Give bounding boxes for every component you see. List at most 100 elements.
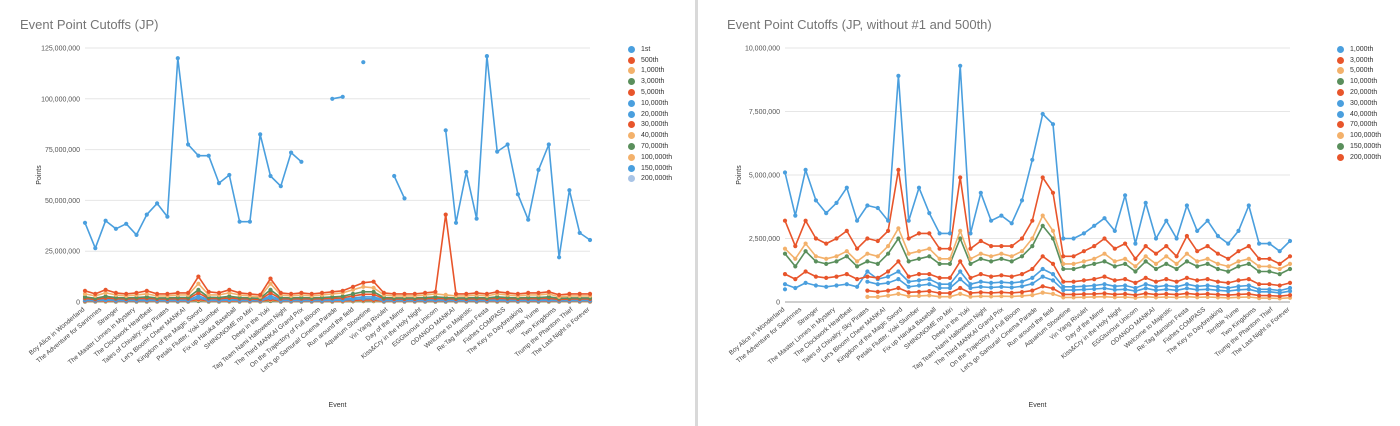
data-point [1040, 274, 1045, 279]
data-point [1009, 290, 1014, 295]
data-point [896, 259, 901, 264]
data-point [1061, 254, 1066, 259]
data-point [1277, 288, 1282, 293]
data-point [1205, 287, 1210, 292]
data-point [186, 142, 191, 147]
data-point [1030, 293, 1035, 298]
data-point [1019, 272, 1025, 277]
data-point [947, 246, 952, 251]
legend-swatch [1337, 56, 1344, 64]
data-point [1153, 292, 1159, 297]
data-point [330, 96, 335, 101]
data-point [834, 283, 839, 288]
data-point [844, 282, 849, 287]
y-tick-label: 50,000,000 [45, 198, 80, 205]
data-point [1050, 122, 1056, 127]
data-point [371, 279, 376, 284]
data-point [505, 290, 510, 295]
legend-label: 10,000th [1350, 78, 1378, 86]
data-point [1009, 285, 1014, 290]
data-point [577, 291, 582, 296]
data-point [515, 291, 521, 296]
data-point [927, 211, 932, 216]
data-point [1236, 259, 1241, 264]
legend-item: 10,000th [628, 98, 672, 109]
data-point [103, 218, 108, 223]
data-point [999, 290, 1004, 295]
legend-swatch [1337, 121, 1344, 129]
data-point [1174, 261, 1179, 266]
data-point [1287, 293, 1293, 298]
data-point [782, 272, 788, 277]
data-point [175, 56, 180, 61]
y-tick-label: 0 [776, 300, 780, 307]
data-point [1164, 218, 1169, 223]
data-point [875, 238, 880, 244]
series-line [84, 57, 302, 249]
data-point [958, 259, 963, 264]
data-point [1174, 266, 1179, 272]
x-tick-label: The Adventure for Sanrinnes [35, 306, 103, 365]
data-point [1050, 228, 1056, 233]
data-point [916, 256, 922, 261]
data-point [834, 200, 839, 205]
data-point [958, 291, 963, 296]
data-point [999, 256, 1004, 261]
legend-label: 30,000th [641, 121, 669, 129]
data-point [1195, 259, 1200, 264]
data-point [999, 280, 1004, 285]
data-point [782, 246, 788, 251]
y-axis-label: Points [736, 165, 743, 185]
data-point [1174, 254, 1179, 259]
legend-swatch [1337, 110, 1344, 118]
data-point [834, 254, 839, 259]
data-point [1102, 251, 1107, 256]
legend-swatch [1337, 67, 1344, 75]
data-point [916, 272, 922, 277]
chart-legend: 1st 500th 1,000th 3,000th 5,000th 10,000th 20,… [628, 44, 672, 184]
y-axis-label: Points [36, 165, 43, 185]
data-point [1061, 292, 1066, 297]
data-point [453, 291, 459, 296]
legend-swatch [628, 89, 635, 97]
data-point [793, 285, 798, 291]
data-point [989, 290, 994, 295]
data-point [1009, 274, 1014, 279]
data-point [216, 290, 222, 295]
data-point [978, 294, 983, 299]
data-point [247, 291, 252, 296]
data-point [1277, 261, 1282, 266]
data-point [834, 274, 839, 279]
data-point [340, 288, 345, 293]
data-point [865, 203, 870, 208]
data-point [865, 269, 870, 274]
data-point [1205, 261, 1210, 266]
data-point [1102, 259, 1107, 264]
data-point [855, 246, 860, 251]
data-point [937, 285, 942, 291]
data-point [1277, 283, 1282, 288]
data-point [82, 220, 88, 225]
y-tick-label: 7,500,000 [749, 109, 780, 116]
data-point [844, 272, 849, 277]
data-point [371, 285, 376, 290]
data-point [1195, 284, 1200, 289]
data-point [1040, 266, 1045, 272]
chart-panel-jp-filtered: Event Point Cutoffs (JP, without #1 and … [707, 0, 1400, 426]
data-point [978, 251, 983, 256]
data-point [526, 217, 531, 222]
data-point [1071, 236, 1076, 241]
data-point [1236, 249, 1241, 254]
data-point [1267, 287, 1272, 292]
data-point [567, 188, 572, 193]
data-point [886, 251, 891, 256]
data-point [1061, 266, 1066, 272]
data-point [1112, 246, 1117, 251]
data-point [1112, 284, 1117, 289]
data-point [886, 274, 891, 279]
data-point [927, 246, 932, 251]
data-point [1040, 223, 1045, 228]
data-point [793, 264, 798, 269]
data-point [1143, 275, 1148, 280]
data-point [978, 279, 983, 284]
